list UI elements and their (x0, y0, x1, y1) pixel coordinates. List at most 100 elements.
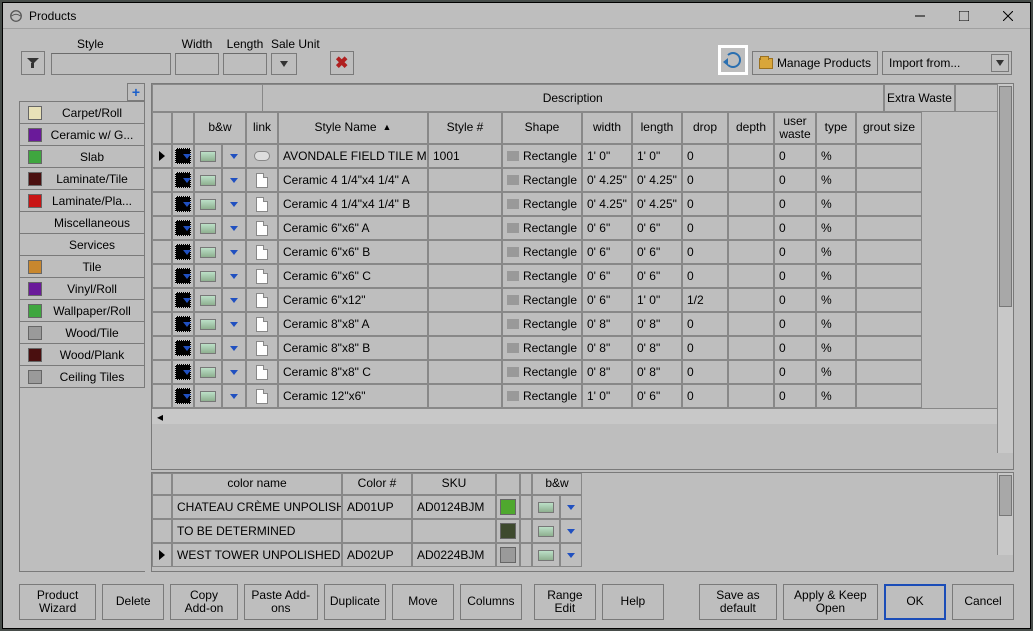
row-link-icon[interactable] (246, 192, 278, 216)
color-row[interactable]: CHATEAU CRÈME UNPOLISHEDAD01UPAD0124BJM (152, 495, 1013, 519)
range-edit-button[interactable]: Range Edit (534, 584, 596, 620)
row-grout[interactable] (856, 144, 922, 168)
row-selector[interactable] (152, 336, 172, 360)
row-link-icon[interactable] (246, 336, 278, 360)
row-bw-dropdown[interactable] (222, 312, 246, 336)
row-selector[interactable] (152, 168, 172, 192)
save-default-button[interactable]: Save as default (699, 584, 777, 620)
row-stylename[interactable]: Ceramic 8"x8" B (278, 336, 428, 360)
row-depth[interactable] (728, 264, 774, 288)
row-color-swatch[interactable] (172, 312, 194, 336)
color-bw-dropdown[interactable] (560, 543, 582, 567)
row-link-icon[interactable] (246, 384, 278, 408)
category-item[interactable]: Ceiling Tiles (19, 365, 145, 388)
color-number[interactable] (342, 519, 412, 543)
row-length[interactable]: 0' 4.25" (632, 192, 682, 216)
row-length[interactable]: 0' 6" (632, 384, 682, 408)
row-drop[interactable]: 0 (682, 360, 728, 384)
row-stylename[interactable]: Ceramic 6"x6" A (278, 216, 428, 240)
row-grout[interactable] (856, 312, 922, 336)
category-item[interactable]: Miscellaneous (19, 211, 145, 234)
row-shape[interactable]: Rectangle (502, 192, 582, 216)
row-type[interactable]: % (816, 336, 856, 360)
row-styleno[interactable] (428, 168, 502, 192)
row-grout[interactable] (856, 360, 922, 384)
color-swatch[interactable] (496, 495, 520, 519)
color-row[interactable]: WEST TOWER UNPOLISHEDAD02UPAD0224BJM (152, 543, 1013, 567)
row-link-icon[interactable] (246, 360, 278, 384)
row-selector[interactable] (152, 240, 172, 264)
product-row[interactable]: Ceramic 6"x6" ARectangle0' 6"0' 6"00% (152, 216, 1013, 240)
category-item[interactable]: Laminate/Tile (19, 167, 145, 190)
row-drop[interactable]: 0 (682, 312, 728, 336)
row-grout[interactable] (856, 264, 922, 288)
row-selector[interactable] (152, 288, 172, 312)
row-depth[interactable] (728, 216, 774, 240)
ok-button[interactable]: OK (884, 584, 946, 620)
row-width[interactable]: 0' 6" (582, 216, 632, 240)
row-grout[interactable] (856, 192, 922, 216)
row-selector[interactable] (152, 216, 172, 240)
row-stylename[interactable]: Ceramic 8"x8" A (278, 312, 428, 336)
row-bw-image[interactable] (194, 360, 222, 384)
row-userwaste[interactable]: 0 (774, 312, 816, 336)
row-styleno[interactable] (428, 384, 502, 408)
color-bw-image[interactable] (532, 495, 560, 519)
row-drop[interactable]: 0 (682, 336, 728, 360)
row-selector[interactable] (152, 360, 172, 384)
product-row[interactable]: Ceramic 4 1/4"x4 1/4" ARectangle0' 4.25"… (152, 168, 1013, 192)
row-userwaste[interactable]: 0 (774, 360, 816, 384)
row-stylename[interactable]: Ceramic 4 1/4"x4 1/4" A (278, 168, 428, 192)
color-swatch[interactable] (496, 543, 520, 567)
color-number[interactable]: AD02UP (342, 543, 412, 567)
row-userwaste[interactable]: 0 (774, 264, 816, 288)
color-name[interactable]: WEST TOWER UNPOLISHED (172, 543, 342, 567)
row-styleno[interactable] (428, 288, 502, 312)
hdr-drop[interactable]: drop (682, 112, 728, 144)
row-drop[interactable]: 0 (682, 240, 728, 264)
color-swatch[interactable] (496, 519, 520, 543)
row-color-swatch[interactable] (172, 336, 194, 360)
row-bw-image[interactable] (194, 216, 222, 240)
color-name[interactable]: CHATEAU CRÈME UNPOLISHED (172, 495, 342, 519)
row-bw-image[interactable] (194, 288, 222, 312)
color-sku[interactable]: AD0224BJM (412, 543, 496, 567)
row-width[interactable]: 0' 4.25" (582, 168, 632, 192)
minimize-button[interactable] (898, 3, 942, 29)
row-stylename[interactable]: Ceramic 8"x8" C (278, 360, 428, 384)
row-width[interactable]: 0' 8" (582, 336, 632, 360)
product-row[interactable]: Ceramic 8"x8" ARectangle0' 8"0' 8"00% (152, 312, 1013, 336)
row-bw-dropdown[interactable] (222, 216, 246, 240)
row-length[interactable]: 0' 8" (632, 360, 682, 384)
row-userwaste[interactable]: 0 (774, 144, 816, 168)
row-depth[interactable] (728, 240, 774, 264)
row-stylename[interactable]: Ceramic 6"x6" B (278, 240, 428, 264)
row-bw-image[interactable] (194, 192, 222, 216)
row-shape[interactable]: Rectangle (502, 264, 582, 288)
row-userwaste[interactable]: 0 (774, 384, 816, 408)
row-color-swatch[interactable] (172, 168, 194, 192)
move-button[interactable]: Move (392, 584, 454, 620)
row-userwaste[interactable]: 0 (774, 240, 816, 264)
category-item[interactable]: Wood/Tile (19, 321, 145, 344)
hdr-shape[interactable]: Shape (502, 112, 582, 144)
row-drop[interactable]: 1/2 (682, 288, 728, 312)
row-selector[interactable] (152, 495, 172, 519)
row-depth[interactable] (728, 288, 774, 312)
row-depth[interactable] (728, 192, 774, 216)
row-link-icon[interactable] (246, 264, 278, 288)
row-selector[interactable] (152, 264, 172, 288)
row-link-icon[interactable] (246, 144, 278, 168)
row-styleno[interactable] (428, 192, 502, 216)
row-bw-dropdown[interactable] (222, 264, 246, 288)
product-row[interactable]: Ceramic 6"x12"Rectangle0' 6"1' 0"1/20% (152, 288, 1013, 312)
paste-addons-button[interactable]: Paste Add-ons (244, 584, 318, 620)
delete-button[interactable]: Delete (102, 584, 164, 620)
product-row[interactable]: Ceramic 8"x8" BRectangle0' 8"0' 8"00% (152, 336, 1013, 360)
row-type[interactable]: % (816, 384, 856, 408)
row-drop[interactable]: 0 (682, 384, 728, 408)
row-bw-image[interactable] (194, 264, 222, 288)
category-item[interactable]: Tile (19, 255, 145, 278)
row-grout[interactable] (856, 384, 922, 408)
row-shape[interactable]: Rectangle (502, 312, 582, 336)
